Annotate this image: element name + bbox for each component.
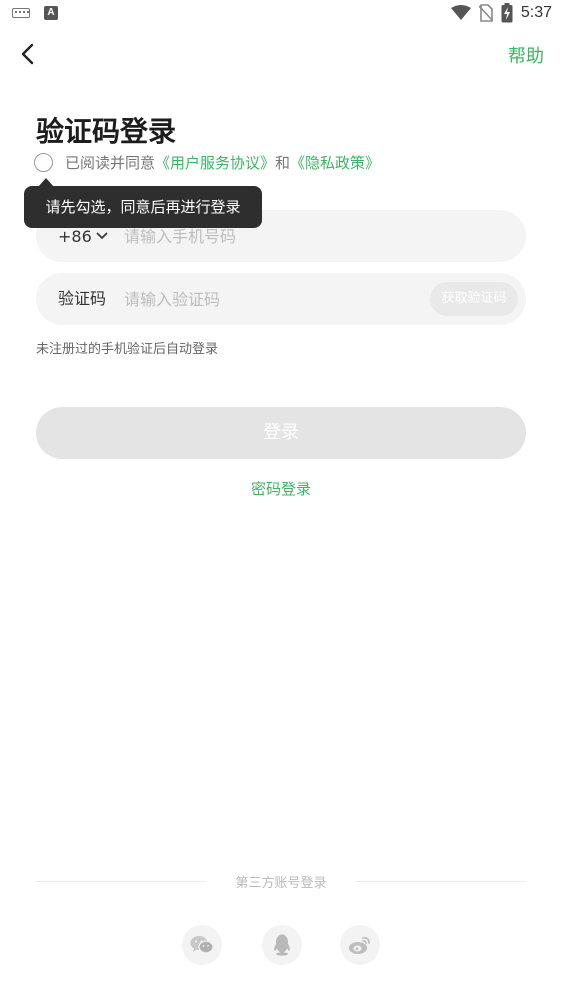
agreement-row: 已阅读并同意 《用户服务协议》 和 《隐私政策》 xyxy=(34,152,380,173)
country-code: +86 xyxy=(58,226,92,246)
agreement-tooltip: 请先勾选，同意后再进行登录 xyxy=(24,186,262,228)
weibo-login-button[interactable] xyxy=(340,925,380,965)
password-login-link[interactable]: 密码登录 xyxy=(0,478,562,499)
agreement-and: 和 xyxy=(275,154,291,172)
a-icon: A xyxy=(44,6,58,20)
user-agreement-link[interactable]: 《用户服务协议》 xyxy=(155,152,275,173)
code-input[interactable] xyxy=(124,273,414,325)
auto-register-hint: 未注册过的手机验证后自动登录 xyxy=(36,342,219,357)
code-label: 验证码 xyxy=(58,289,107,308)
agreement-checkbox[interactable] xyxy=(34,153,53,172)
chevron-left-icon xyxy=(21,43,34,65)
qq-icon xyxy=(274,934,290,956)
wifi-icon xyxy=(450,5,471,20)
code-field: 验证码 获取验证码 xyxy=(36,273,526,325)
login-button[interactable]: 登录 xyxy=(36,407,526,459)
wechat-icon xyxy=(190,936,214,954)
qq-login-button[interactable] xyxy=(262,925,302,965)
wechat-login-button[interactable] xyxy=(182,925,222,965)
keyboard-icon xyxy=(12,8,30,18)
status-time: 5:37 xyxy=(520,4,552,21)
divider xyxy=(356,881,526,882)
privacy-policy-link[interactable]: 《隐私政策》 xyxy=(290,152,380,173)
agreement-prefix: 已阅读并同意 xyxy=(65,154,156,172)
back-button[interactable] xyxy=(14,40,42,68)
chevron-down-icon xyxy=(96,232,108,240)
get-code-button[interactable]: 获取验证码 xyxy=(430,282,518,316)
weibo-icon xyxy=(349,936,370,954)
status-bar: A 5:37 xyxy=(0,0,562,30)
help-link[interactable]: 帮助 xyxy=(508,42,544,68)
no-sim-icon xyxy=(478,4,493,22)
battery-charging-icon xyxy=(501,3,513,23)
page-title: 验证码登录 xyxy=(36,115,177,148)
